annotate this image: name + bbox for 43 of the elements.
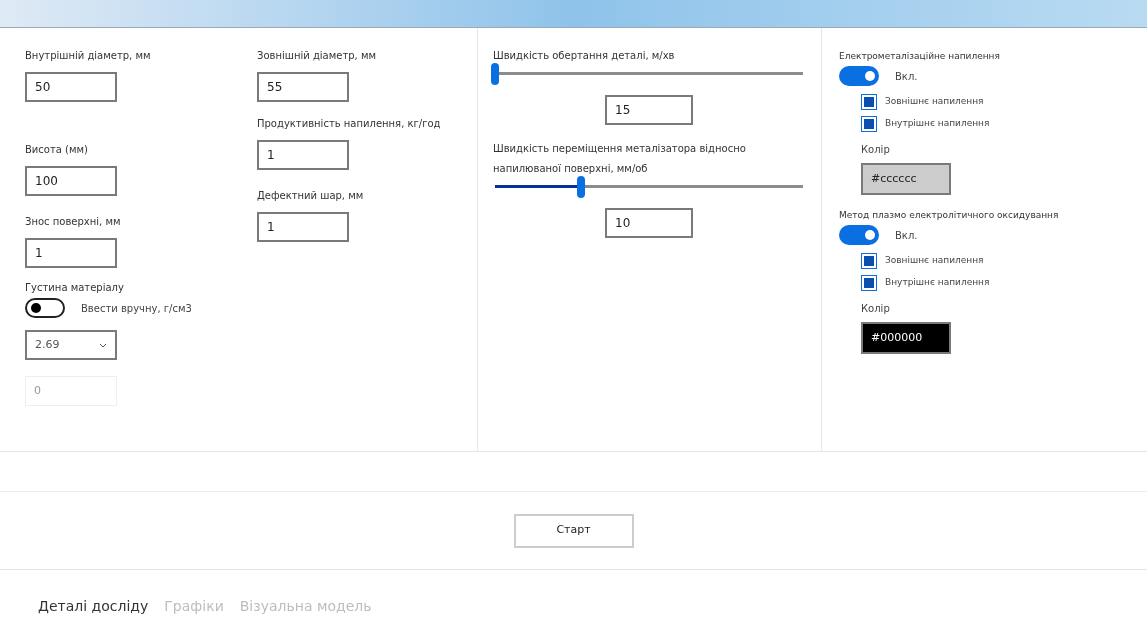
input-field[interactable]: 1 — [257, 212, 349, 242]
toggle-switch[interactable] — [839, 66, 879, 86]
input-field[interactable]: 1 — [25, 238, 117, 268]
tab[interactable]: Деталі досліду — [38, 596, 149, 617]
start-button[interactable]: Старт — [513, 513, 634, 548]
checkbox[interactable] — [861, 116, 877, 132]
field-label: Продуктивність напилення, кг/год — [257, 117, 442, 131]
checkbox[interactable] — [861, 94, 877, 110]
toggle-label: Ввести вручну, г/см3 — [81, 301, 192, 316]
field-label: Внутрішній діаметр, мм — [25, 49, 152, 63]
input-field[interactable]: 15 — [605, 95, 693, 125]
field-label: Знос поверхні, мм — [25, 215, 122, 229]
color-field[interactable]: #cccccc — [861, 163, 951, 195]
checkbox-label: Зовнішнє напилення — [885, 95, 984, 109]
toggle-label: Вкл. — [895, 69, 918, 84]
checkbox-label: Внутрішнє напилення — [885, 276, 990, 290]
color-label: Колір — [861, 143, 891, 157]
input-field[interactable]: 55 — [257, 72, 349, 102]
chevron-down-icon — [99, 342, 107, 348]
input-field[interactable]: 1 — [257, 140, 349, 170]
slider-thumb[interactable] — [491, 63, 499, 85]
slider-label: Швидкість обертання деталі, м/хв — [493, 49, 676, 63]
input-field[interactable]: 50 — [25, 72, 117, 102]
slider-label: Швидкість переміщення металізатора відносно напилюваної поверхні, мм/об — [493, 142, 747, 176]
color-field[interactable]: #000000 — [861, 322, 951, 354]
field-label: Зовнішній діаметр, мм — [257, 49, 378, 63]
toggle-switch[interactable] — [839, 225, 879, 245]
section-title: Метод плазмо електролітичного оксидування — [839, 209, 1060, 222]
density-select[interactable]: 2.69 — [25, 330, 117, 360]
toggle-label: Вкл. — [895, 228, 918, 243]
density-label: Густина матеріалу — [25, 281, 125, 295]
checkbox-label: Внутрішнє напилення — [885, 117, 990, 131]
checkbox-label: Зовнішнє напилення — [885, 254, 984, 268]
color-label: Колір — [861, 302, 891, 316]
field-label: Дефектний шар, мм — [257, 189, 365, 203]
input-field[interactable]: 10 — [605, 208, 693, 238]
slider-thumb[interactable] — [577, 176, 586, 198]
checkbox[interactable] — [861, 253, 877, 269]
section-title: Електрометалізаційне напилення — [839, 50, 1001, 63]
toggle-switch[interactable] — [25, 298, 65, 318]
field-label: Висота (мм) — [25, 143, 89, 157]
input-field[interactable]: 100 — [25, 166, 117, 196]
checkbox[interactable] — [861, 275, 877, 291]
